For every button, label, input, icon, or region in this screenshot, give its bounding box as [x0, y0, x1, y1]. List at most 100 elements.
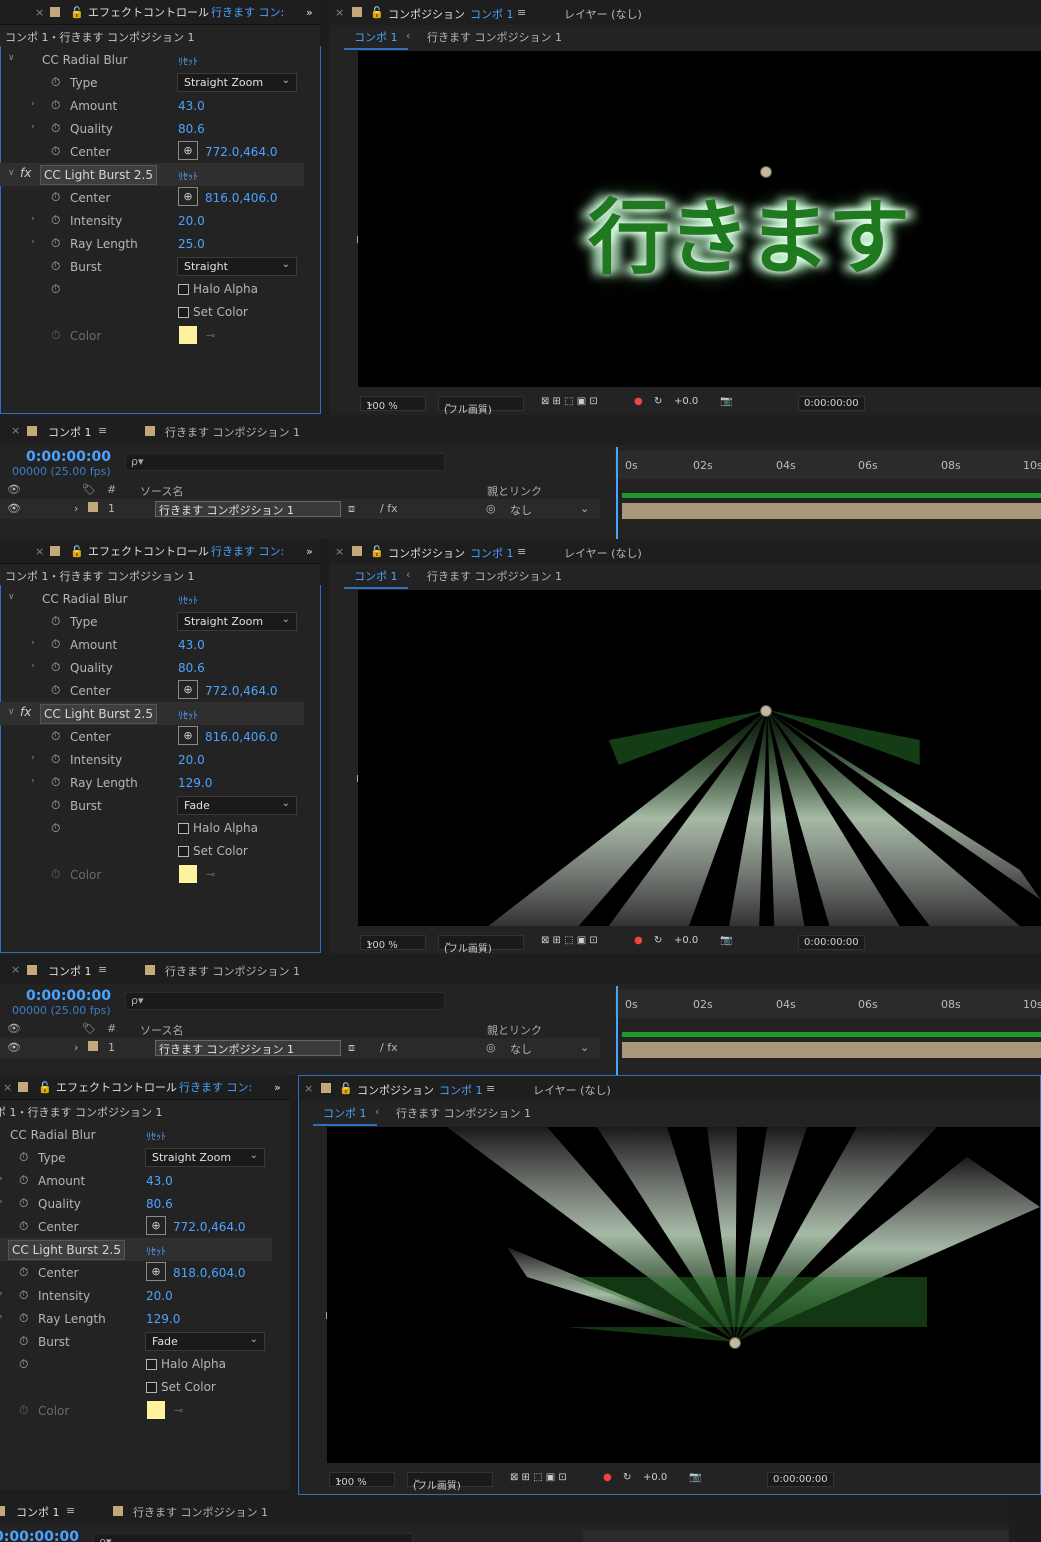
disclosure-icon[interactable]: › — [31, 99, 35, 109]
close-icon[interactable]: × — [335, 6, 344, 19]
eye-icon[interactable]: 👁 — [7, 483, 21, 496]
disclosure-icon[interactable]: › — [0, 1289, 3, 1299]
panel-menu-icon[interactable]: ≡ — [98, 424, 107, 437]
lock-icon[interactable]: 🔓 — [339, 1082, 353, 1095]
effect-cc-radial-blur[interactable]: ∨CC Radial Blurﾘｾｯﾄ — [0, 1123, 272, 1146]
zoom-dropdown[interactable]: 100 % ⌄ — [360, 396, 426, 412]
color-swatch[interactable] — [179, 326, 197, 344]
panel-menu-icon[interactable]: ≡ — [98, 963, 107, 976]
work-area-bar[interactable] — [622, 493, 1041, 498]
timeline-tab[interactable]: コンポ 1 — [48, 963, 92, 979]
effect-cc-radial-blur[interactable]: ∨CC Radial Blurﾘｾｯﾄ — [0, 48, 304, 71]
close-icon[interactable]: × — [304, 1082, 313, 1095]
stopwatch-icon[interactable]: ⏱ — [51, 282, 63, 296]
switch-icon[interactable]: ⧈ — [348, 1041, 355, 1055]
panel-menu-icon[interactable]: » — [306, 6, 313, 19]
quality-value[interactable]: 80.6 — [146, 1197, 173, 1211]
layer-duration-bar[interactable] — [622, 503, 1041, 519]
breadcrumb-item[interactable]: 行きます コンポジション 1 — [427, 568, 562, 584]
time-ruler[interactable]: 0s 02s 04s 06s 08s 10s — [615, 990, 1041, 1018]
disclosure-icon[interactable]: › — [74, 1041, 78, 1054]
source-name-column[interactable]: ソース名 — [140, 483, 183, 499]
stopwatch-icon[interactable]: ⏱ — [51, 213, 63, 227]
eye-icon[interactable]: 👁 — [7, 502, 21, 515]
current-timecode[interactable]: 0:00:00:00 — [26, 988, 111, 1004]
layer-tab[interactable]: レイヤー (なし) — [533, 1082, 611, 1098]
timeline-tab[interactable]: コンポ 1 — [16, 1504, 60, 1520]
stopwatch-icon[interactable]: ⏱ — [19, 1334, 31, 1348]
eyedropper-icon[interactable]: ⊸ — [206, 868, 215, 881]
type-dropdown[interactable]: Straight Zoom ⌄ — [177, 73, 297, 92]
layer-row[interactable]: 👁 › 1 行きます コンポジション 1 ⧈ / fx ◎ なし ⌄ — [0, 1038, 600, 1058]
reset-link[interactable]: ﾘｾｯﾄ — [178, 168, 198, 183]
comp-name[interactable]: コンポ 1 — [470, 6, 514, 22]
stopwatch-icon[interactable]: ⏱ — [19, 1150, 31, 1164]
fx-switch-icon[interactable]: / fx — [380, 1041, 398, 1054]
label-color[interactable] — [88, 1041, 98, 1051]
fx-icon[interactable]: fx — [20, 166, 31, 180]
camera-icon[interactable]: 📷 — [720, 396, 732, 407]
reset-link[interactable]: ﾘｾｯﾄ — [178, 592, 198, 607]
reset-link[interactable]: ﾘｾｯﾄ — [178, 53, 198, 68]
reset-exposure-icon[interactable]: ↻ — [623, 1472, 631, 1483]
quality-dropdown[interactable]: (フル画質) ⌄ — [438, 396, 524, 416]
source-name-column[interactable]: ソース名 — [140, 1022, 183, 1038]
stopwatch-icon[interactable]: ⏱ — [51, 752, 63, 766]
disclosure-icon[interactable]: › — [31, 776, 35, 786]
stopwatch-icon[interactable]: ⏱ — [19, 1311, 31, 1325]
panel-layer-name[interactable]: 行きます コン: — [211, 6, 284, 19]
stopwatch-icon[interactable]: ⏱ — [19, 1288, 31, 1302]
ray-length-value[interactable]: 25.0 — [178, 237, 205, 251]
eyedropper-icon[interactable]: ⊸ — [206, 329, 215, 342]
layer-tab[interactable]: レイヤー (なし) — [564, 6, 642, 22]
current-time-indicator[interactable] — [616, 986, 624, 1086]
grid-icon[interactable]: ⊠ ⊞ ⬚ ▣ ⊡ — [510, 1472, 567, 1483]
pickwhip-icon[interactable]: ◎ — [486, 502, 496, 515]
stopwatch-icon[interactable]: ⏱ — [51, 121, 63, 135]
intensity-value[interactable]: 20.0 — [178, 753, 205, 767]
timeline-tab[interactable]: 行きます コンポジション 1 — [133, 1504, 268, 1520]
center-value[interactable]: 772.0,464.0 — [205, 145, 278, 159]
burst-dropdown[interactable]: Fade ⌄ — [177, 796, 297, 815]
amount-value[interactable]: 43.0 — [178, 638, 205, 652]
disclosure-icon[interactable]: › — [0, 1312, 3, 1322]
parent-dropdown[interactable]: なし — [510, 1041, 532, 1057]
stopwatch-icon[interactable]: ⏱ — [19, 1265, 31, 1279]
chevron-down-icon[interactable]: ⌄ — [580, 1041, 589, 1054]
halo-alpha-checkbox[interactable] — [178, 823, 189, 834]
burst-dropdown[interactable]: Fade ⌄ — [145, 1332, 265, 1351]
close-icon[interactable]: × — [3, 1081, 12, 1094]
panel-menu-icon[interactable]: ≡ — [66, 1504, 75, 1517]
disclosure-icon[interactable]: ∨ — [8, 53, 15, 63]
zoom-dropdown[interactable]: 100 % ⌄ — [360, 935, 426, 951]
disclosure-icon[interactable]: › — [31, 214, 35, 224]
panel-menu-icon[interactable]: ≡ — [517, 545, 526, 558]
breadcrumb-item[interactable]: 行きます コンポジション 1 — [396, 1105, 531, 1121]
breadcrumb-active[interactable]: コンポ 1 — [344, 29, 408, 50]
effect-cc-light-burst[interactable]: ∨fxCC Light Burst 2.5ﾘｾｯﾄ — [0, 1238, 272, 1261]
fx-switch-icon[interactable]: / fx — [380, 502, 398, 515]
amount-value[interactable]: 43.0 — [178, 99, 205, 113]
layer-name[interactable]: 行きます コンポジション 1 — [155, 501, 341, 517]
reset-link[interactable]: ﾘｾｯﾄ — [146, 1128, 166, 1143]
type-dropdown[interactable]: Straight Zoom ⌄ — [177, 612, 297, 631]
close-icon[interactable]: × — [11, 963, 20, 976]
exposure-value[interactable]: +0.0 — [674, 935, 698, 946]
stopwatch-icon[interactable]: ⏱ — [51, 144, 63, 158]
panel-menu-icon[interactable]: » — [274, 1081, 281, 1094]
exposure-value[interactable]: +0.0 — [674, 396, 698, 407]
lock-icon[interactable]: 🔓 — [370, 6, 384, 19]
layer-row[interactable]: 👁 › 1 行きます コンポジション 1 ⧈ / fx ◎ なし ⌄ — [0, 499, 600, 519]
burst-dropdown[interactable]: Straight ⌄ — [177, 257, 297, 276]
zoom-dropdown[interactable]: 100 % ⌄ — [329, 1472, 395, 1488]
target-icon[interactable]: ⊕ — [178, 187, 198, 206]
comp-name[interactable]: コンポ 1 — [439, 1082, 483, 1098]
light-burst-center-point[interactable] — [729, 1337, 741, 1349]
parent-link-column[interactable]: 親とリンク — [487, 1022, 542, 1038]
work-area-bar[interactable] — [622, 1032, 1041, 1037]
stopwatch-icon[interactable]: ⏱ — [51, 236, 63, 250]
target-icon[interactable]: ⊕ — [178, 680, 198, 699]
disclosure-icon[interactable]: › — [31, 237, 35, 247]
disclosure-icon[interactable]: › — [0, 1197, 3, 1207]
search-input[interactable]: ρ▾ — [93, 1533, 413, 1542]
